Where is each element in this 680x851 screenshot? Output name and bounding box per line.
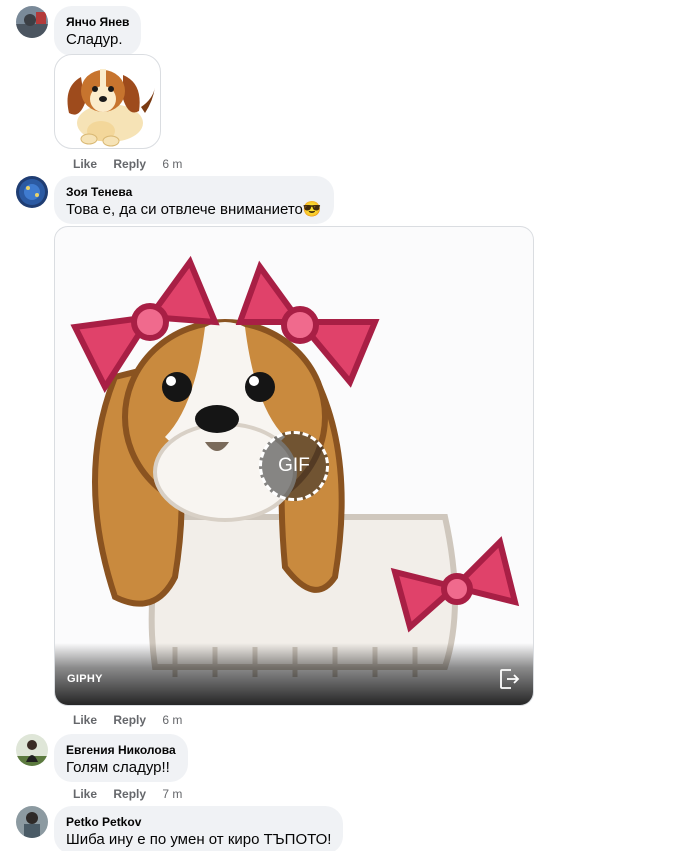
comment-actions: Like Reply 7 m: [73, 786, 195, 802]
comment-bubble: Petko Petkov Шиба ину е по умен от киро …: [54, 806, 344, 851]
open-external-icon[interactable]: [497, 667, 521, 691]
comment-author[interactable]: Petko Petkov: [66, 814, 331, 830]
timestamp[interactable]: 7 m: [162, 787, 182, 801]
like-link[interactable]: Like: [73, 713, 97, 727]
avatar[interactable]: [16, 734, 48, 766]
comment-bubble: Зоя Тенева Това е, да си отвлече внимани…: [54, 176, 334, 224]
avatar[interactable]: [16, 176, 48, 208]
gif-attachment[interactable]: GIF GIPHY: [54, 226, 534, 706]
timestamp[interactable]: 6 m: [162, 157, 182, 171]
reply-link[interactable]: Reply: [113, 713, 146, 727]
reply-link[interactable]: Reply: [113, 787, 146, 801]
giphy-label[interactable]: GIPHY: [67, 673, 103, 685]
timestamp[interactable]: 6 m: [162, 713, 182, 727]
puppy-sticker-icon[interactable]: [54, 54, 161, 149]
avatar[interactable]: [16, 806, 48, 838]
reply-link[interactable]: Reply: [113, 157, 146, 171]
comment-bubble: Евгения Николова Голям сладур!!: [54, 734, 188, 782]
comment-author[interactable]: Евгения Николова: [66, 742, 176, 758]
gif-footer-overlay: [55, 643, 533, 705]
comment-text: Това е, да си отвлече вниманието😎: [66, 201, 322, 218]
comment-actions: Like Reply 6 m: [73, 156, 195, 172]
comment-author[interactable]: Зоя Тенева: [66, 184, 322, 200]
comment-text: Сладур.: [66, 31, 123, 48]
avatar[interactable]: [16, 6, 48, 38]
comment-author[interactable]: Янчо Янев: [66, 14, 129, 30]
like-link[interactable]: Like: [73, 787, 97, 801]
comment-text: Шиба ину е по умен от киро ТЪПОТО!: [66, 831, 332, 848]
gif-play-badge[interactable]: GIF: [259, 431, 329, 501]
like-link[interactable]: Like: [73, 157, 97, 171]
comment-actions: Like Reply 6 m: [73, 712, 195, 728]
comment-bubble: Янчо Янев Сладур.: [54, 6, 142, 56]
comment-text: Голям сладур!!: [66, 759, 170, 776]
